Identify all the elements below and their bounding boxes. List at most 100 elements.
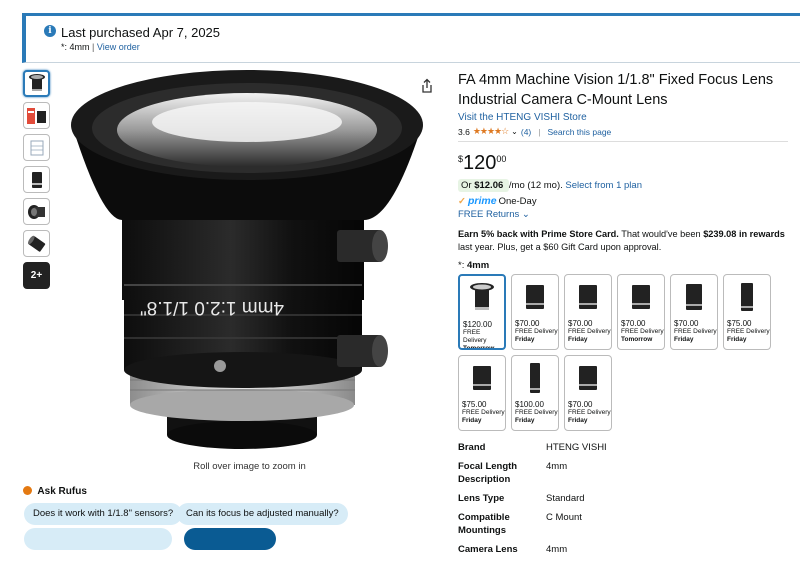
variant-swatch[interactable]: $70.00 FREE Delivery Friday [511, 274, 559, 350]
spec-value: 4mm [546, 461, 568, 472]
last-purchased-banner: i Last purchased Apr 7, 2025 *: 4mm | Vi… [22, 13, 800, 63]
size-label: *: 4mm [458, 260, 788, 271]
monthly-pill: Or $12.06 [458, 179, 509, 192]
variant-price: $100.00 [515, 400, 544, 409]
variant-delivery: FREE Delivery [463, 329, 487, 344]
store-link[interactable]: Visit the HTENG VISHI Store [458, 112, 587, 123]
variant-swatch[interactable]: $70.00 FREE Delivery Friday [564, 274, 612, 350]
spec-row: Lens Type Standard [458, 492, 788, 505]
prime-delivery: ✓ prime One-Day [458, 195, 788, 207]
thumbnail-2[interactable] [23, 102, 50, 129]
spec-row: Focal Length Description 4mm [458, 460, 788, 486]
variant-delivery-day: Friday [674, 336, 694, 343]
lens-variant-icon [579, 365, 597, 390]
free-returns-link[interactable]: FREE Returns ⌄ [458, 209, 530, 220]
price-cents: 00 [496, 154, 507, 164]
variant-swatch[interactable]: $70.00 FREE Delivery Friday [670, 274, 718, 350]
size-value: 4mm [466, 260, 490, 271]
lens-tilt-icon [27, 235, 45, 252]
promo-amount: $239.08 in rewards [703, 229, 785, 239]
monthly-payment: Or $12.06 /mo (12 mo). Select from 1 pla… [458, 179, 788, 192]
dimension-drawing-icon [30, 140, 43, 155]
lens-variant-icon [686, 283, 702, 310]
variant-delivery: FREE Delivery [515, 409, 558, 416]
thumbnail-5[interactable] [23, 198, 50, 225]
lens-variant-icon [526, 284, 544, 309]
spec-row: Compatible Mountings C Mount [458, 511, 788, 537]
ask-rufus-heading: Ask Rufus [23, 486, 87, 497]
variant-swatch[interactable]: $120.00 FREE Delivery Tomorrow [458, 274, 506, 350]
ask-rufus-label: Ask Rufus [37, 486, 87, 497]
variant-image [459, 356, 505, 399]
main-product-image[interactable]: 4mm 1:2.0 1/1.8" [62, 70, 437, 460]
variant-swatch[interactable]: $75.00 FREE Delivery Friday [458, 355, 506, 431]
variant-swatch[interactable]: $100.00 FREE Delivery Friday [511, 355, 559, 431]
variant-delivery: FREE Delivery [462, 409, 505, 416]
spec-key: Brand [458, 442, 486, 453]
variant-price: $70.00 [568, 319, 593, 328]
spec-value: Standard [546, 493, 585, 504]
variant-image [460, 276, 504, 319]
variant-swatches: $120.00 FREE Delivery Tomorrow $70.00 FREE D… [458, 274, 788, 431]
divider: | [538, 126, 541, 137]
more-images-button[interactable]: 2+ [23, 262, 50, 289]
lens-product-image: 4mm 1:2.0 1/1.8" [71, 70, 423, 449]
view-order-link[interactable]: View order [97, 42, 140, 52]
variant-delivery: FREE Delivery [568, 409, 611, 416]
ask-something-else-button[interactable] [184, 528, 276, 550]
variant-delivery-day: Tomorrow [463, 345, 495, 350]
rufus-question-chip[interactable] [24, 528, 172, 550]
variant-price: $75.00 [462, 400, 487, 409]
lens-variant-icon [632, 284, 650, 309]
monthly-suffix: /mo (12 mo). [508, 180, 563, 191]
variant-image [565, 275, 611, 318]
thumbnail-4[interactable] [23, 166, 50, 193]
rufus-question-chip[interactable]: Can its focus be adjusted manually? [177, 503, 348, 525]
spec-key: Camera Lens [458, 544, 518, 555]
select-plan-link[interactable]: Select from 1 plan [565, 180, 642, 191]
promo-lead: Earn 5% back with Prime Store Card. [458, 229, 619, 239]
variant-delivery-day: Friday [568, 336, 588, 343]
thumbnail-strip: 2+ [23, 70, 51, 294]
lens-variant-icon [470, 282, 494, 310]
variant-price: $120.00 [463, 320, 492, 329]
chevron-down-icon[interactable]: ⌄ [511, 127, 518, 136]
banner-subtitle: *: 4mm | View order [61, 42, 140, 52]
lens-variant-icon [579, 284, 597, 309]
thumbnail-6[interactable] [23, 230, 50, 257]
variant-swatch[interactable]: $70.00 FREE Delivery Tomorrow [617, 274, 665, 350]
prime-logo: prime [467, 195, 497, 207]
variant-delivery-day: Friday [515, 417, 535, 424]
variant-delivery-day: Friday [568, 417, 588, 424]
share-icon[interactable] [419, 78, 435, 94]
size-prefix: *: [458, 260, 467, 271]
rufus-question-chip[interactable]: Does it work with 1/1.8" sensors? [24, 503, 183, 525]
variant-image [618, 275, 664, 318]
variant-delivery: FREE Delivery [621, 328, 664, 335]
variant-swatch[interactable]: $70.00 FREE Delivery Friday [564, 355, 612, 431]
rating-stars[interactable]: ★★★★☆ [473, 126, 509, 137]
prime-delivery-speed: One-Day [498, 195, 537, 207]
monthly-amount: $12.06 [474, 180, 504, 191]
banner-title: Last purchased Apr 7, 2025 [61, 25, 221, 40]
spec-value: HTENG VISHI [546, 442, 607, 453]
variant-delivery-day: Friday [462, 417, 482, 424]
variant-swatch[interactable]: $75.00 FREE Delivery Friday [723, 274, 771, 350]
lens-comparison-icon [26, 107, 46, 124]
thumbnail-1[interactable] [23, 70, 50, 97]
price: $ 120 00 [458, 152, 788, 175]
rating-value: 3.6 [458, 126, 470, 137]
spec-row: Camera Lens 4mm [458, 543, 788, 556]
variant-delivery-day: Friday [515, 336, 535, 343]
spec-key: Compatible Mountings [458, 512, 510, 536]
monthly-prefix: Or [461, 180, 475, 191]
spec-table: Brand HTENG VISHI Focal Length Description… [458, 441, 788, 556]
variant-delivery: FREE Delivery [727, 328, 770, 335]
search-page-link[interactable]: Search this page [547, 127, 611, 137]
promo-tail: last year. Plus, get a $60 Gift Card upo… [458, 242, 662, 252]
chevron-down-icon: ⌄ [521, 209, 530, 220]
lens-side-icon [31, 171, 42, 188]
thumbnail-3[interactable] [23, 134, 50, 161]
rating-count-link[interactable]: (4) [521, 127, 531, 137]
lens-variant-icon [741, 282, 753, 311]
